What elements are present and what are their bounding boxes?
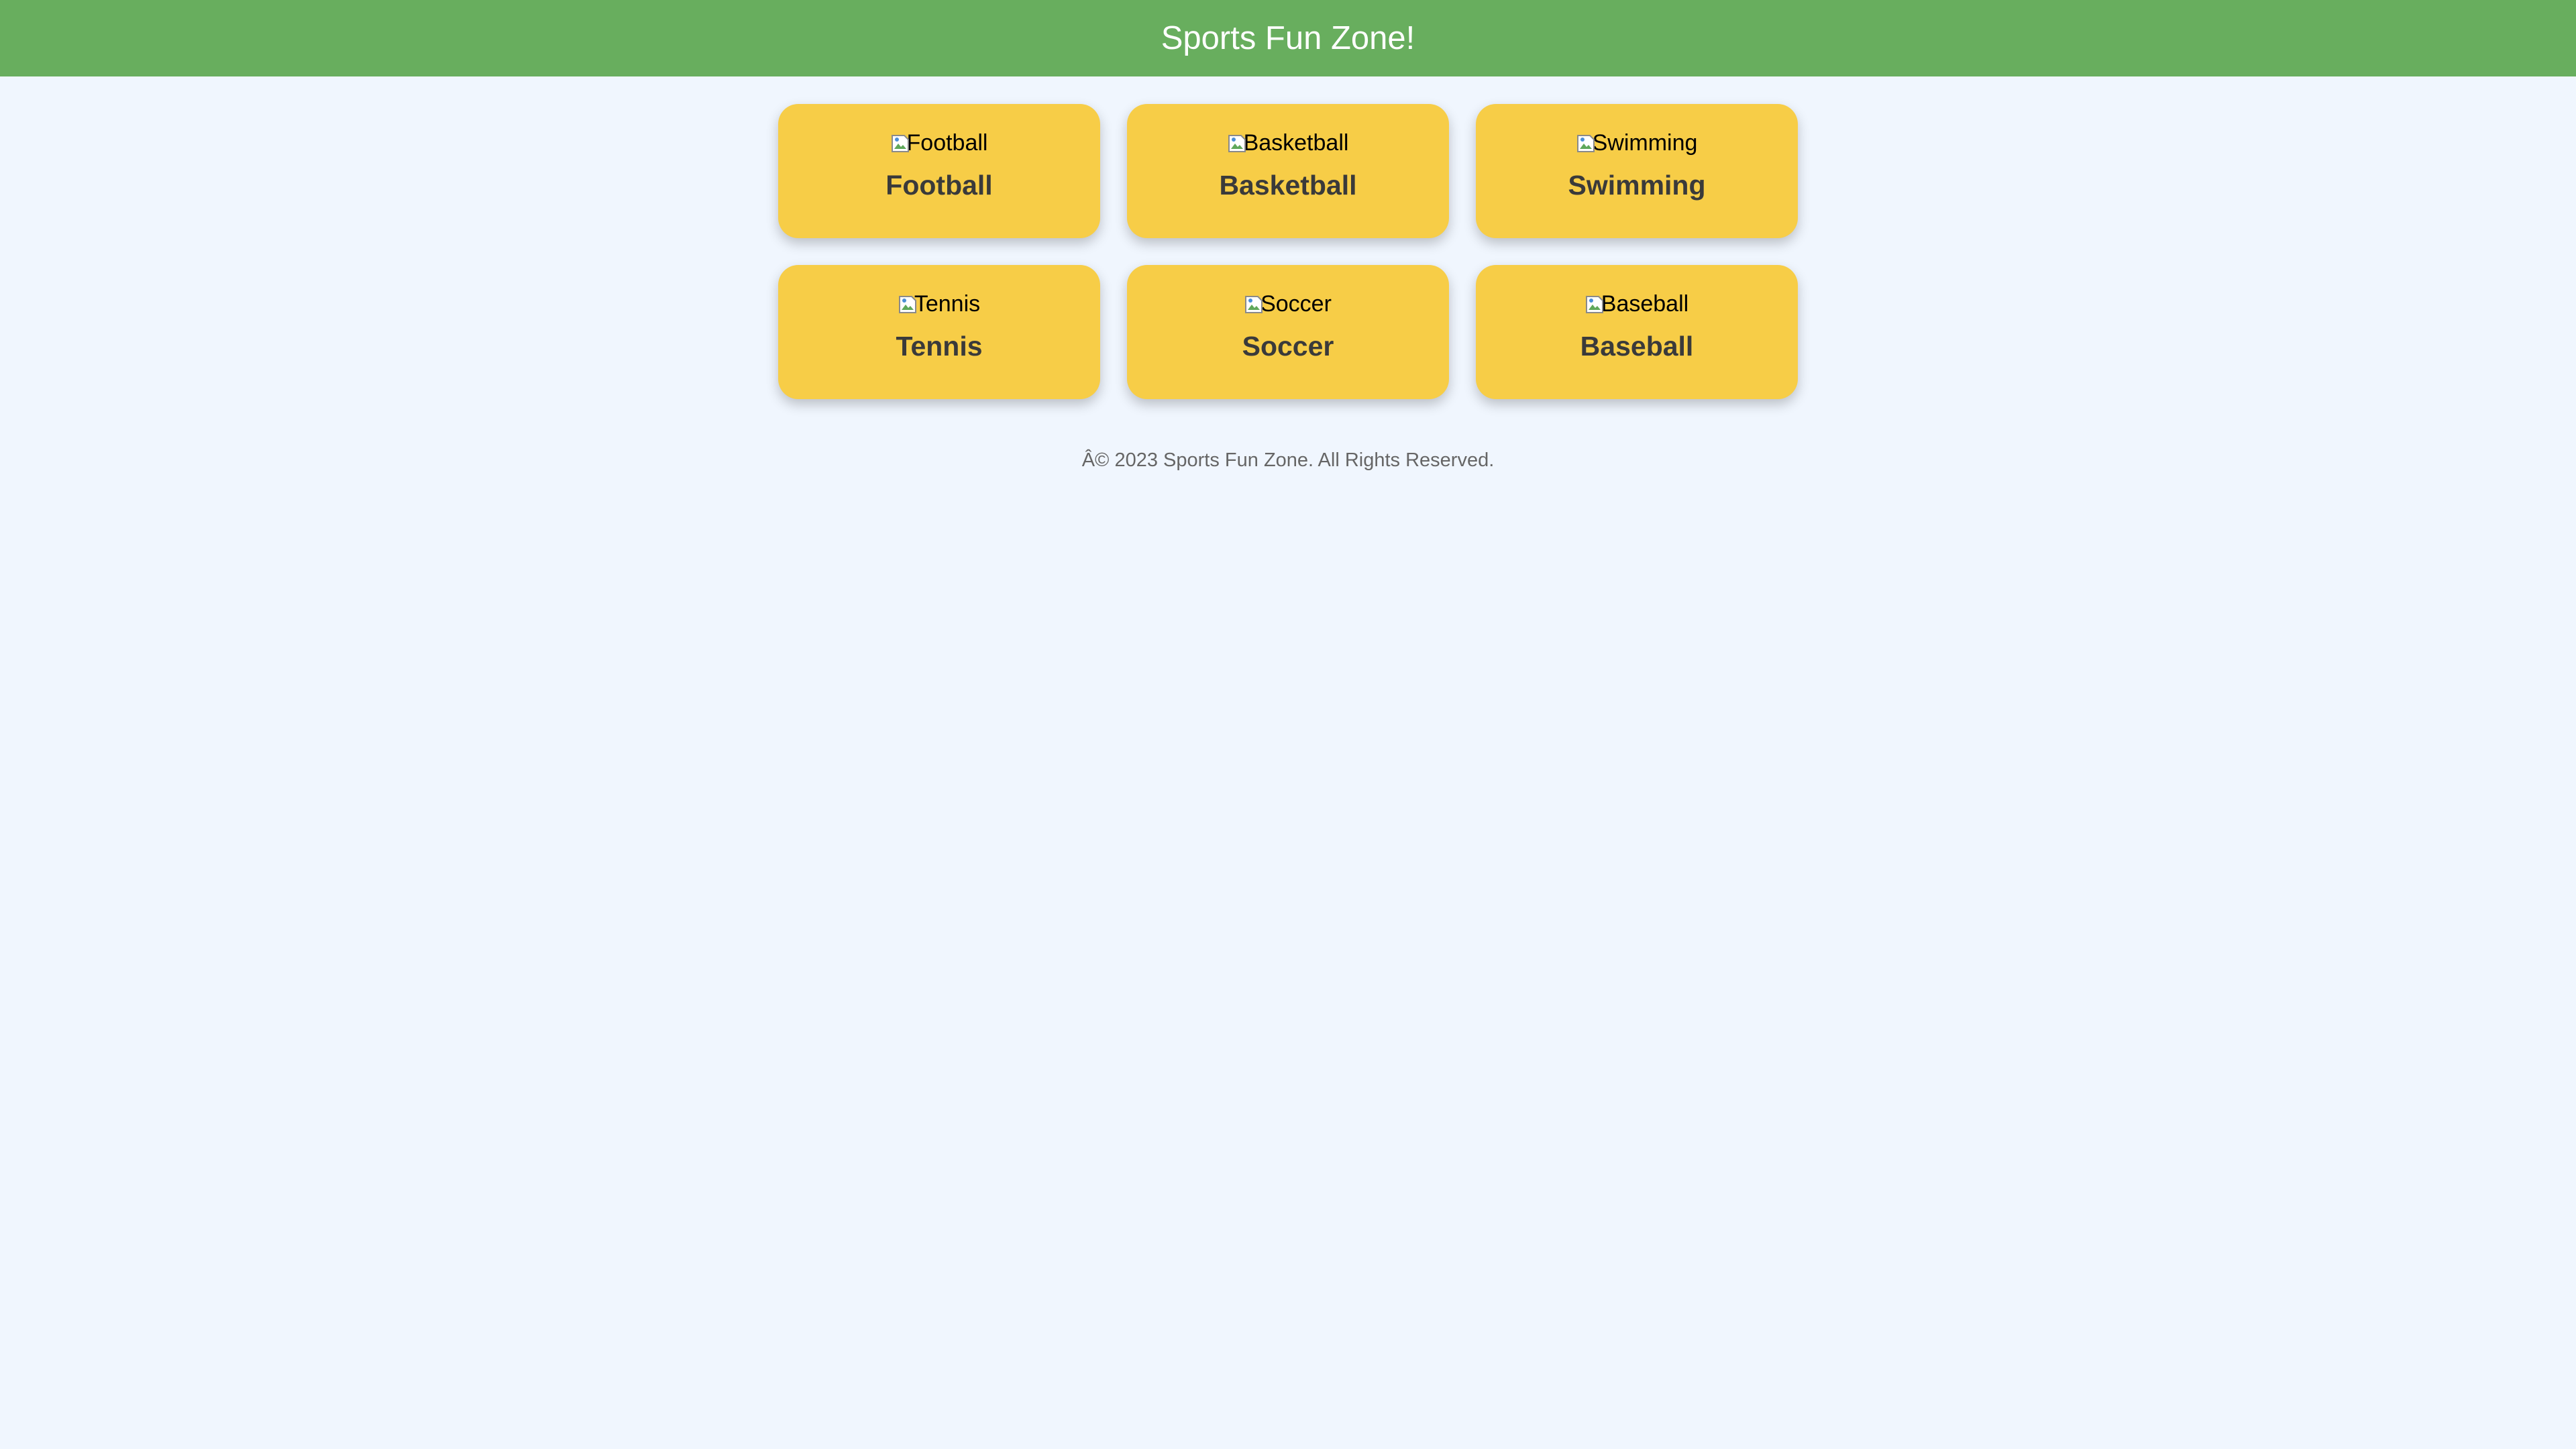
site-header: Sports Fun Zone!: [0, 0, 2576, 76]
broken-image-icon: [1585, 294, 1604, 314]
broken-image-icon: [1244, 294, 1263, 314]
sport-label: Basketball: [1219, 170, 1357, 201]
sport-image-soccer: Soccer: [1244, 290, 1332, 317]
sport-label: Swimming: [1568, 170, 1706, 201]
sport-image-alt: Basketball: [1243, 130, 1349, 156]
sport-card-football[interactable]: Football Football: [778, 104, 1100, 238]
broken-image-icon: [1228, 133, 1246, 153]
broken-image-icon: [891, 133, 910, 153]
broken-image-icon: [1576, 133, 1595, 153]
sport-card-swimming[interactable]: Swimming Swimming: [1476, 104, 1798, 238]
broken-image-icon: [898, 294, 917, 314]
sport-image-alt: Soccer: [1260, 291, 1332, 317]
sport-label: Baseball: [1580, 331, 1694, 362]
sport-image-basketball: Basketball: [1228, 129, 1349, 156]
sport-image-swimming: Swimming: [1576, 129, 1698, 156]
sport-image-football: Football: [891, 129, 988, 156]
copyright-footer: Â© 2023 Sports Fun Zone. All Rights Rese…: [1081, 449, 1495, 471]
sport-label: Tennis: [896, 331, 983, 362]
sport-label: Football: [885, 170, 993, 201]
sport-card-basketball[interactable]: Basketball Basketball: [1127, 104, 1449, 238]
page-title: Sports Fun Zone!: [1161, 20, 1415, 56]
sport-image-tennis: Tennis: [898, 290, 980, 317]
sport-image-alt: Swimming: [1592, 130, 1698, 156]
sport-image-alt: Tennis: [914, 291, 981, 317]
sport-card-soccer[interactable]: Soccer Soccer: [1127, 265, 1449, 399]
sport-image-alt: Baseball: [1601, 291, 1689, 317]
sport-image-alt: Football: [906, 130, 988, 156]
sports-grid: Football Football Basketball Basketball …: [778, 104, 1798, 399]
sport-card-tennis[interactable]: Tennis Tennis: [778, 265, 1100, 399]
sport-image-baseball: Baseball: [1585, 290, 1688, 317]
sport-label: Soccer: [1242, 331, 1334, 362]
sport-card-baseball[interactable]: Baseball Baseball: [1476, 265, 1798, 399]
